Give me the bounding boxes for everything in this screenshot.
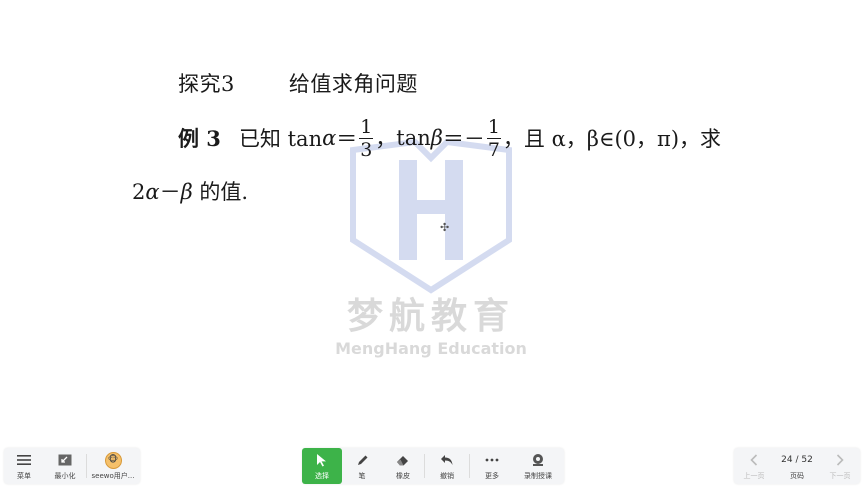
heading-number: 探究3: [178, 72, 235, 96]
user-avatar-icon: 🐵: [104, 451, 122, 469]
alpha-symbol: α: [322, 126, 337, 150]
select-tool-button[interactable]: 选择: [302, 448, 342, 484]
eraser-icon: [396, 452, 410, 469]
menu-label: 菜单: [17, 471, 31, 480]
line2-end: 的值.: [192, 180, 249, 204]
fraction2-denominator: 7: [487, 138, 500, 161]
undo-button[interactable]: 撤销: [425, 448, 469, 484]
left-toolbar-group: 菜单 最小化 🐵 seewo用户...: [4, 448, 140, 484]
page-counter: 24 / 52: [781, 455, 813, 465]
pen-icon: [356, 452, 369, 469]
user-label: seewo用户...: [91, 471, 135, 480]
tan-text: tan: [396, 126, 431, 150]
fraction2-numerator: 1: [487, 115, 500, 138]
prev-page-label: 上一页: [743, 471, 765, 480]
fraction1-numerator: 1: [360, 115, 373, 138]
select-label: 选择: [315, 471, 329, 480]
more-button[interactable]: 更多: [470, 448, 514, 484]
problem-line-2: 2α－β 的值.: [132, 176, 248, 206]
eraser-tool-button[interactable]: 橡皮: [382, 448, 424, 484]
next-page-label: 下一页: [829, 471, 851, 480]
example-label: 例 3: [178, 126, 221, 151]
cursor-arrow-icon: [316, 452, 328, 469]
undo-label: 撤销: [440, 471, 454, 480]
record-icon: [530, 452, 546, 469]
eraser-label: 橡皮: [396, 471, 410, 480]
more-label: 更多: [485, 471, 499, 480]
user-button[interactable]: 🐵 seewo用户...: [87, 448, 139, 484]
chevron-left-icon: [750, 452, 758, 469]
fraction-one-third: 1 3: [359, 115, 374, 161]
equals-sign: ＝: [336, 127, 358, 151]
menu-icon: [17, 452, 31, 469]
page-label: 页码: [790, 471, 804, 480]
beta-symbol: β: [430, 126, 443, 150]
chevron-right-icon: [836, 452, 844, 469]
menu-button[interactable]: 菜单: [4, 448, 44, 484]
record-label: 录制授课: [524, 471, 552, 480]
minimize-icon: [58, 452, 72, 469]
pen-label: 笔: [358, 471, 366, 480]
center-toolbar-group: 选择 笔 橡皮 撤销 更多 录制授课: [302, 448, 564, 484]
line2-alpha: α: [145, 180, 160, 204]
record-lesson-button[interactable]: 录制授课: [514, 448, 562, 484]
fraction-one-seventh: 1 7: [486, 115, 501, 161]
more-dots-icon: [485, 452, 499, 469]
next-page-button[interactable]: 下一页: [820, 448, 860, 484]
section-heading: 探究3 给值求角问题: [178, 68, 418, 98]
line2-coefficient: 2: [132, 180, 146, 204]
page-number-button[interactable]: 24 / 52 页码: [774, 448, 820, 484]
equals-negative-sign: ＝－: [442, 127, 485, 151]
prev-page-button[interactable]: 上一页: [734, 448, 774, 484]
watermark-en-text: MengHang Education: [335, 339, 527, 358]
heading-title: 给值求角问题: [288, 72, 418, 96]
bottom-toolbar: 菜单 最小化 🐵 seewo用户... 选择 笔 橡皮 撤销 更多 录制授课 上…: [0, 446, 864, 486]
fraction1-denominator: 3: [360, 138, 373, 161]
watermark-cn-text: 梦航教育: [347, 295, 515, 337]
comma-separator: ，: [375, 127, 397, 151]
line2-beta: β: [180, 180, 193, 204]
condition-text: ，且 α，β∈(0，π)，求: [502, 127, 722, 151]
minimize-label: 最小化: [54, 471, 76, 480]
pen-tool-button[interactable]: 笔: [342, 448, 382, 484]
line2-minus: －: [159, 180, 181, 204]
undo-icon: [440, 452, 454, 469]
move-cursor-icon: ✣: [440, 221, 450, 234]
pager-group: 上一页 24 / 52 页码 下一页: [734, 448, 860, 484]
slide-canvas: 梦航教育 MengHang Education 探究3 给值求角问题 例 3 已知…: [0, 0, 864, 440]
known-text: 已知 tan: [238, 127, 323, 151]
problem-line-1: 例 3 已知 tan α ＝ 1 3 ， tan β ＝－ 1 7 ，且 α，β…: [178, 110, 721, 166]
minimize-button[interactable]: 最小化: [44, 448, 86, 484]
